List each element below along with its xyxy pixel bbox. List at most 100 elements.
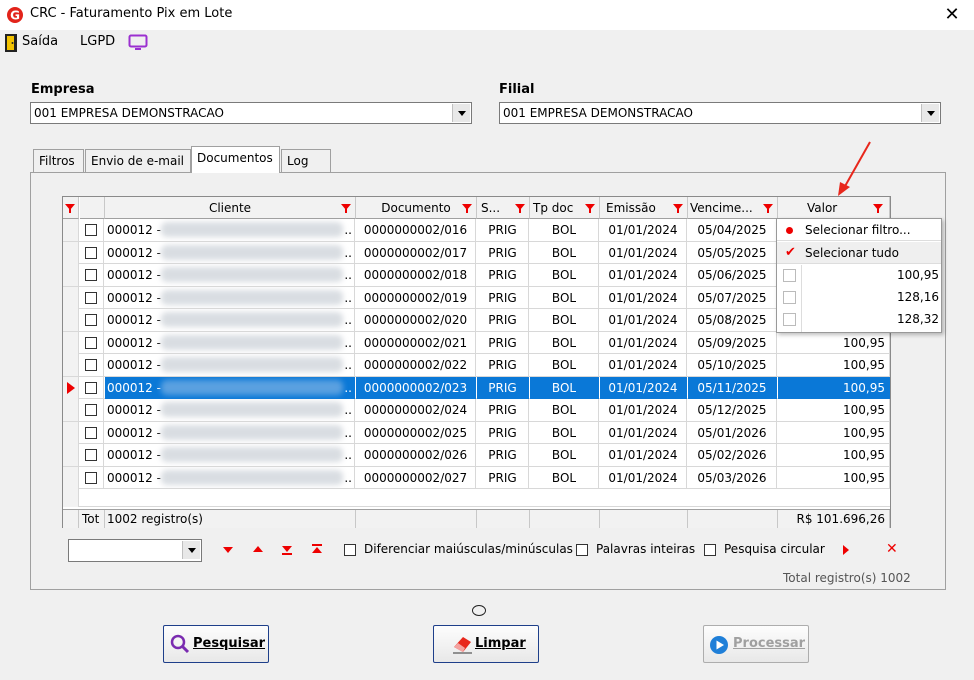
tab-envio-email[interactable]: Envio de e-mail bbox=[85, 149, 191, 172]
filter-icon[interactable] bbox=[873, 204, 883, 213]
cell-documento: 0000000002/023 bbox=[356, 376, 476, 399]
filial-select[interactable]: 001 EMPRESA DEMONSTRACAO bbox=[499, 102, 941, 124]
cell-s: PRIG bbox=[477, 309, 529, 331]
next-icon[interactable] bbox=[223, 547, 233, 553]
limpar-button[interactable]: Limpar bbox=[433, 625, 539, 663]
footer-tot: Tot bbox=[80, 510, 105, 528]
header-tp-doc[interactable]: Tp doc bbox=[530, 197, 600, 219]
row-checkbox[interactable] bbox=[85, 404, 97, 416]
filter-icon[interactable] bbox=[673, 204, 683, 213]
row-checkbox[interactable] bbox=[85, 336, 97, 349]
table-row-empty bbox=[63, 489, 890, 507]
tab-log[interactable]: Log bbox=[281, 149, 331, 172]
header-cliente[interactable]: Cliente bbox=[105, 197, 356, 219]
circular-checkbox[interactable] bbox=[704, 544, 716, 556]
filter-value-checkbox[interactable] bbox=[783, 313, 796, 326]
first-icon[interactable] bbox=[312, 544, 323, 556]
cell-s: PRIG bbox=[477, 241, 529, 264]
filter-value-checkbox[interactable] bbox=[783, 291, 796, 304]
filter-icon[interactable] bbox=[515, 204, 525, 213]
row-checkbox[interactable] bbox=[85, 449, 97, 461]
chevron-down-icon[interactable] bbox=[452, 104, 470, 122]
row-checkbox[interactable] bbox=[85, 359, 97, 371]
row-checkbox[interactable] bbox=[85, 471, 97, 484]
cell-valor: 100,95 bbox=[778, 444, 890, 466]
empresa-value: 001 EMPRESA DEMONSTRACAO bbox=[34, 106, 224, 120]
header-valor[interactable]: Valor bbox=[778, 197, 890, 219]
search-icon bbox=[170, 634, 190, 654]
table-row[interactable]: 000012 -.. 0000000002/019 PRIG BOL 01/01/202… bbox=[63, 286, 890, 309]
table-row[interactable]: 000012 -.. 0000000002/016 PRIG BOL 01/01/202… bbox=[63, 219, 890, 242]
row-checkbox[interactable] bbox=[85, 224, 97, 236]
table-row[interactable]: 000012 -.. 0000000002/018 PRIG BOL 01/01/202… bbox=[63, 264, 890, 287]
go-icon[interactable] bbox=[843, 545, 849, 555]
lgpd-button[interactable]: LGPD bbox=[80, 34, 115, 49]
pesquisar-button[interactable]: Pesquisar bbox=[163, 625, 269, 663]
close-search-icon[interactable]: ✕ bbox=[886, 541, 898, 557]
cell-s: PRIG bbox=[477, 286, 529, 309]
table-row[interactable]: 000012 -.. 0000000002/026 PRIG BOL 01/01/202… bbox=[63, 444, 890, 467]
window-close-button[interactable]: ✕ bbox=[940, 3, 964, 27]
search-input[interactable] bbox=[68, 539, 202, 562]
filter-icon[interactable] bbox=[763, 204, 773, 213]
table-row[interactable]: 000012 -.. 0000000002/021 PRIG BOL 01/01/202… bbox=[63, 331, 890, 354]
header-s[interactable]: S... bbox=[477, 197, 530, 219]
cell-emissao: 01/01/2024 bbox=[600, 219, 687, 241]
row-checkbox[interactable] bbox=[85, 426, 97, 439]
header-documento[interactable]: Documento bbox=[356, 197, 477, 219]
tab-filtros[interactable]: Filtros bbox=[33, 149, 84, 172]
cell-s: PRIG bbox=[477, 219, 529, 241]
play-icon bbox=[710, 636, 728, 654]
filter-icon[interactable] bbox=[462, 204, 472, 213]
table-row[interactable]: 000012 -.. 0000000002/025 PRIG BOL 01/01/202… bbox=[63, 421, 890, 444]
tab-documentos[interactable]: Documentos bbox=[191, 146, 280, 173]
palavras-checkbox[interactable] bbox=[576, 544, 588, 556]
row-checkbox[interactable] bbox=[85, 314, 97, 326]
header-label: Emissão bbox=[606, 201, 656, 215]
grid-menu-button[interactable] bbox=[63, 197, 79, 219]
row-checkbox[interactable] bbox=[85, 291, 97, 304]
empresa-label: Empresa bbox=[31, 82, 95, 97]
last-icon[interactable] bbox=[282, 544, 293, 556]
cell-vencimento: 05/03/2026 bbox=[688, 466, 777, 489]
row-checkbox[interactable] bbox=[85, 269, 97, 281]
cell-cliente: 000012 - bbox=[107, 425, 161, 440]
cell-tp-doc: BOL bbox=[530, 331, 599, 354]
processar-button[interactable]: Processar bbox=[703, 625, 809, 663]
chevron-down-icon[interactable] bbox=[921, 104, 939, 122]
header-label: Documento bbox=[381, 201, 451, 215]
diferenciar-checkbox[interactable] bbox=[344, 544, 356, 556]
select-all-item[interactable]: ✔ Selecionar tudo bbox=[777, 242, 941, 264]
table-row[interactable]: 000012 -.. 0000000002/027 PRIG BOL 01/01/202… bbox=[63, 466, 890, 489]
filter-value-checkbox[interactable] bbox=[783, 269, 796, 282]
saida-button[interactable]: Saída bbox=[22, 34, 58, 49]
table-row[interactable]: 000012 -.. 0000000002/017 PRIG BOL 01/01/202… bbox=[63, 241, 890, 264]
filter-icon[interactable] bbox=[585, 204, 595, 213]
cell-documento: 0000000002/019 bbox=[356, 286, 476, 309]
previous-icon[interactable] bbox=[253, 546, 263, 552]
table-row[interactable]: 000012 -.. 0000000002/024 PRIG BOL 01/01/202… bbox=[63, 399, 890, 422]
chevron-down-icon[interactable] bbox=[182, 541, 200, 559]
header-vencimento[interactable]: Vencime... bbox=[688, 197, 778, 219]
cell-emissao: 01/01/2024 bbox=[600, 354, 687, 376]
app-logo-icon: G bbox=[7, 7, 23, 23]
cell-cliente: 000012 - bbox=[107, 403, 161, 417]
cell-cliente: 000012 - bbox=[107, 268, 161, 282]
cell-vencimento: 05/08/2025 bbox=[688, 309, 777, 331]
cell-vencimento: 05/06/2025 bbox=[688, 264, 777, 286]
cell-emissao: 01/01/2024 bbox=[600, 309, 687, 331]
table-row[interactable]: 000012 -.. 0000000002/022 PRIG BOL 01/01/202… bbox=[63, 354, 890, 377]
table-row-selected[interactable]: 000012 -.. 0000000002/023 PRIG BOL 01/01/202… bbox=[63, 376, 890, 399]
empresa-select[interactable]: 001 EMPRESA DEMONSTRACAO bbox=[30, 102, 472, 124]
tab-label: Documentos bbox=[197, 151, 273, 165]
row-checkbox[interactable] bbox=[85, 246, 97, 259]
header-emissao[interactable]: Emissão bbox=[600, 197, 688, 219]
footer-sum: R$ 101.696,26 bbox=[778, 510, 890, 528]
table-row[interactable]: 000012 -.. 0000000002/020 PRIG BOL 01/01/202… bbox=[63, 309, 890, 332]
filter-icon[interactable] bbox=[341, 204, 351, 213]
select-filter-item[interactable]: Selecionar filtro... bbox=[777, 219, 941, 241]
cell-tp-doc: BOL bbox=[530, 466, 599, 489]
row-checkbox[interactable] bbox=[85, 381, 97, 394]
tab-label: Filtros bbox=[39, 154, 75, 168]
diferenciar-label: Diferenciar maiúsculas/minúsculas bbox=[364, 542, 573, 556]
